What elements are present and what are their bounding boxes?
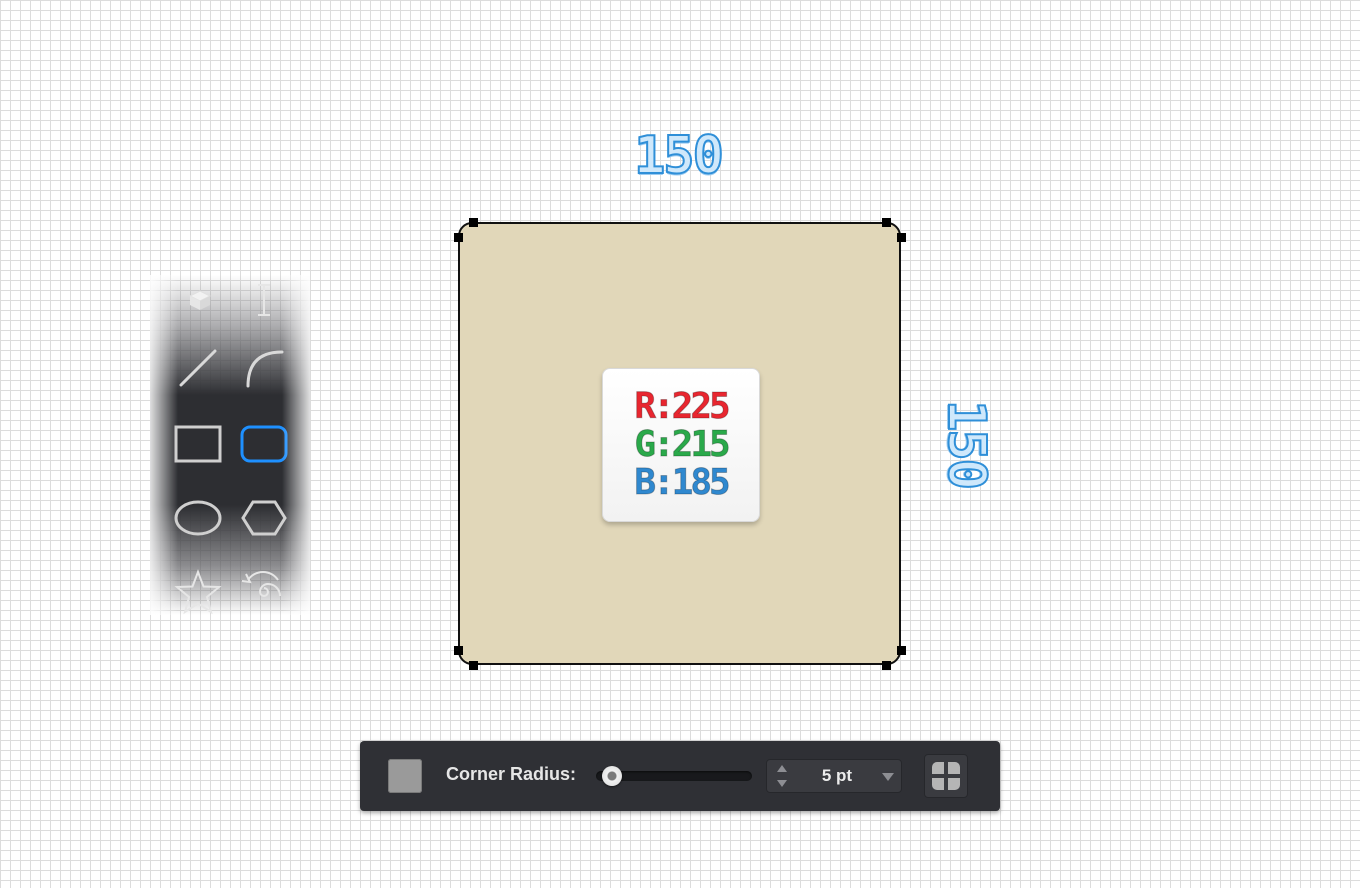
anchor-handle[interactable] xyxy=(469,218,478,227)
text-tool[interactable] xyxy=(234,275,294,325)
rounded-rectangle-tool-icon xyxy=(240,425,288,463)
polygon-tool-icon xyxy=(241,500,287,536)
corner-radius-stepper[interactable]: 5 pt xyxy=(766,759,902,793)
arc-tool-icon xyxy=(246,350,284,388)
stepper-down-icon[interactable] xyxy=(777,780,787,787)
anchor-handle[interactable] xyxy=(454,646,463,655)
anchor-handle[interactable] xyxy=(882,661,891,670)
arc-tool[interactable] xyxy=(234,343,294,393)
green-value: G:215 xyxy=(634,424,731,465)
anchor-handle[interactable] xyxy=(454,233,463,242)
chevron-down-icon[interactable] xyxy=(882,773,894,781)
ellipse-tool[interactable] xyxy=(168,493,228,543)
anchor-handle[interactable] xyxy=(897,233,906,242)
spiral-tool[interactable] xyxy=(234,567,294,617)
anchor-handle[interactable] xyxy=(897,646,906,655)
star-tool-icon xyxy=(174,569,222,615)
four-corners-icon xyxy=(932,762,960,790)
tool-palette xyxy=(150,275,310,615)
line-tool-icon xyxy=(179,349,217,387)
anchor-handle[interactable] xyxy=(469,661,478,670)
slider-knob[interactable] xyxy=(601,766,622,786)
stepper-up-icon[interactable] xyxy=(777,765,787,772)
3d-box-icon xyxy=(188,290,212,310)
corner-radius-value[interactable]: 5 pt xyxy=(802,766,872,786)
rounded-rectangle-tool[interactable] xyxy=(234,419,294,469)
line-tool[interactable] xyxy=(168,343,228,393)
ellipse-tool-icon xyxy=(174,500,222,536)
rectangle-tool-icon xyxy=(174,425,222,463)
corner-radius-label: Corner Radius: xyxy=(446,764,577,784)
independent-corners-button[interactable] xyxy=(924,754,968,798)
blue-value: B:185 xyxy=(634,462,731,503)
fill-color-swatch[interactable] xyxy=(388,759,422,793)
anchor-handle[interactable] xyxy=(882,218,891,227)
rectangle-tool[interactable] xyxy=(168,419,228,469)
corner-radius-toolbar: Corner Radius: 5 pt xyxy=(360,741,1000,811)
width-dimension-label: 150 xyxy=(633,126,725,186)
corner-radius-slider[interactable] xyxy=(596,766,752,786)
stepper-arrows-icon[interactable] xyxy=(776,765,788,787)
3d-box-tool[interactable] xyxy=(170,275,230,325)
star-tool[interactable] xyxy=(168,567,228,617)
text-tool-icon xyxy=(258,284,270,316)
color-value-card: R:225 G:215 B:185 xyxy=(602,368,760,522)
polygon-tool[interactable] xyxy=(234,493,294,543)
height-dimension-label: 150 xyxy=(935,399,997,489)
red-value: R:225 xyxy=(634,386,731,427)
spiral-tool-icon xyxy=(241,571,281,597)
